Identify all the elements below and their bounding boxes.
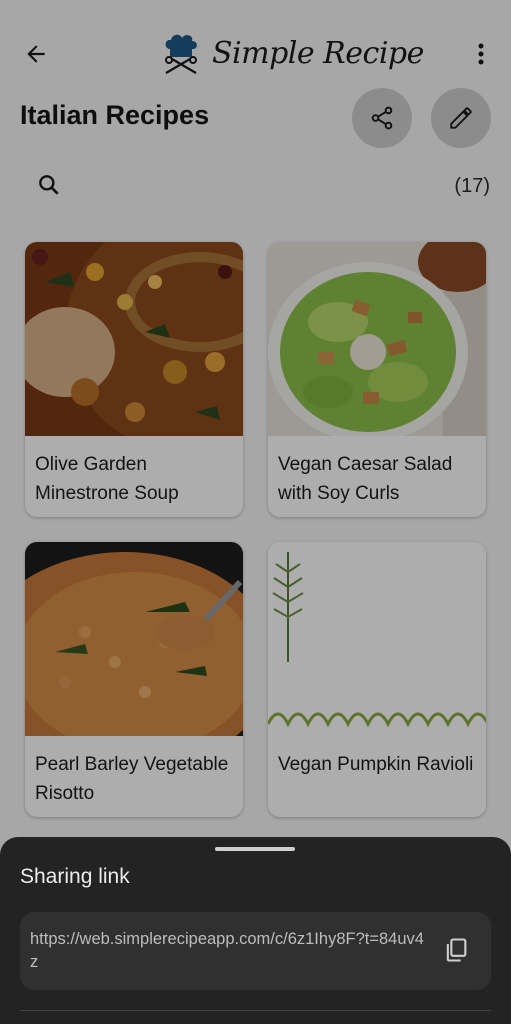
share-button[interactable] (352, 88, 412, 148)
share-icon (371, 106, 393, 130)
app-logo: Simple Recipe (160, 30, 424, 76)
top-app-bar: Simple Recipe (0, 0, 511, 105)
sharing-link-text: https://web.simplerecipeapp.com/c/6z1Ihy… (30, 930, 424, 971)
recipe-card[interactable]: Vegan Pumpkin Ravioli (268, 542, 486, 817)
chef-hat-icon (165, 34, 197, 74)
back-button[interactable] (18, 36, 54, 72)
recipe-card[interactable]: Vegan Caesar Salad with Soy Curls (268, 242, 486, 517)
sheet-drag-handle[interactable] (215, 847, 295, 851)
recipe-title: Vegan Pumpkin Ravioli (278, 754, 474, 775)
recipe-image (268, 242, 486, 436)
recipe-image (25, 242, 243, 436)
screen: Simple Recipe Italian Recipes (17) Olive… (0, 0, 511, 1024)
more-vertical-icon (478, 43, 484, 65)
recipe-image (25, 542, 243, 736)
recipe-card[interactable]: Pearl Barley Vegetable Risotto (25, 542, 243, 817)
arrow-left-icon (27, 45, 45, 63)
recipe-count: (17) (454, 175, 490, 197)
recipe-title: Vegan Caesar Salad with Soy Curls (278, 454, 453, 504)
pencil-icon (450, 107, 472, 129)
search-button[interactable] (34, 170, 64, 200)
edit-button[interactable] (431, 88, 491, 148)
page-title: Italian Recipes (20, 100, 210, 130)
app-name: Simple Recipe (212, 35, 424, 71)
sheet-title: Sharing link (20, 865, 130, 888)
search-icon (39, 175, 59, 195)
recipe-image (268, 542, 486, 736)
sharing-link-field[interactable]: https://web.simplerecipeapp.com/c/6z1Ihy… (20, 912, 491, 990)
recipe-title: Pearl Barley Vegetable Risotto (35, 754, 229, 804)
divider (20, 1010, 491, 1011)
share-bottom-sheet: Sharing link https://web.simplerecipeapp… (0, 837, 511, 1024)
more-options-button[interactable] (466, 36, 496, 72)
recipe-card[interactable]: Olive Garden Minestrone Soup (25, 242, 243, 517)
recipe-title: Olive Garden Minestrone Soup (35, 454, 179, 504)
copy-icon (446, 938, 467, 962)
copy-link-button[interactable] (438, 932, 474, 968)
